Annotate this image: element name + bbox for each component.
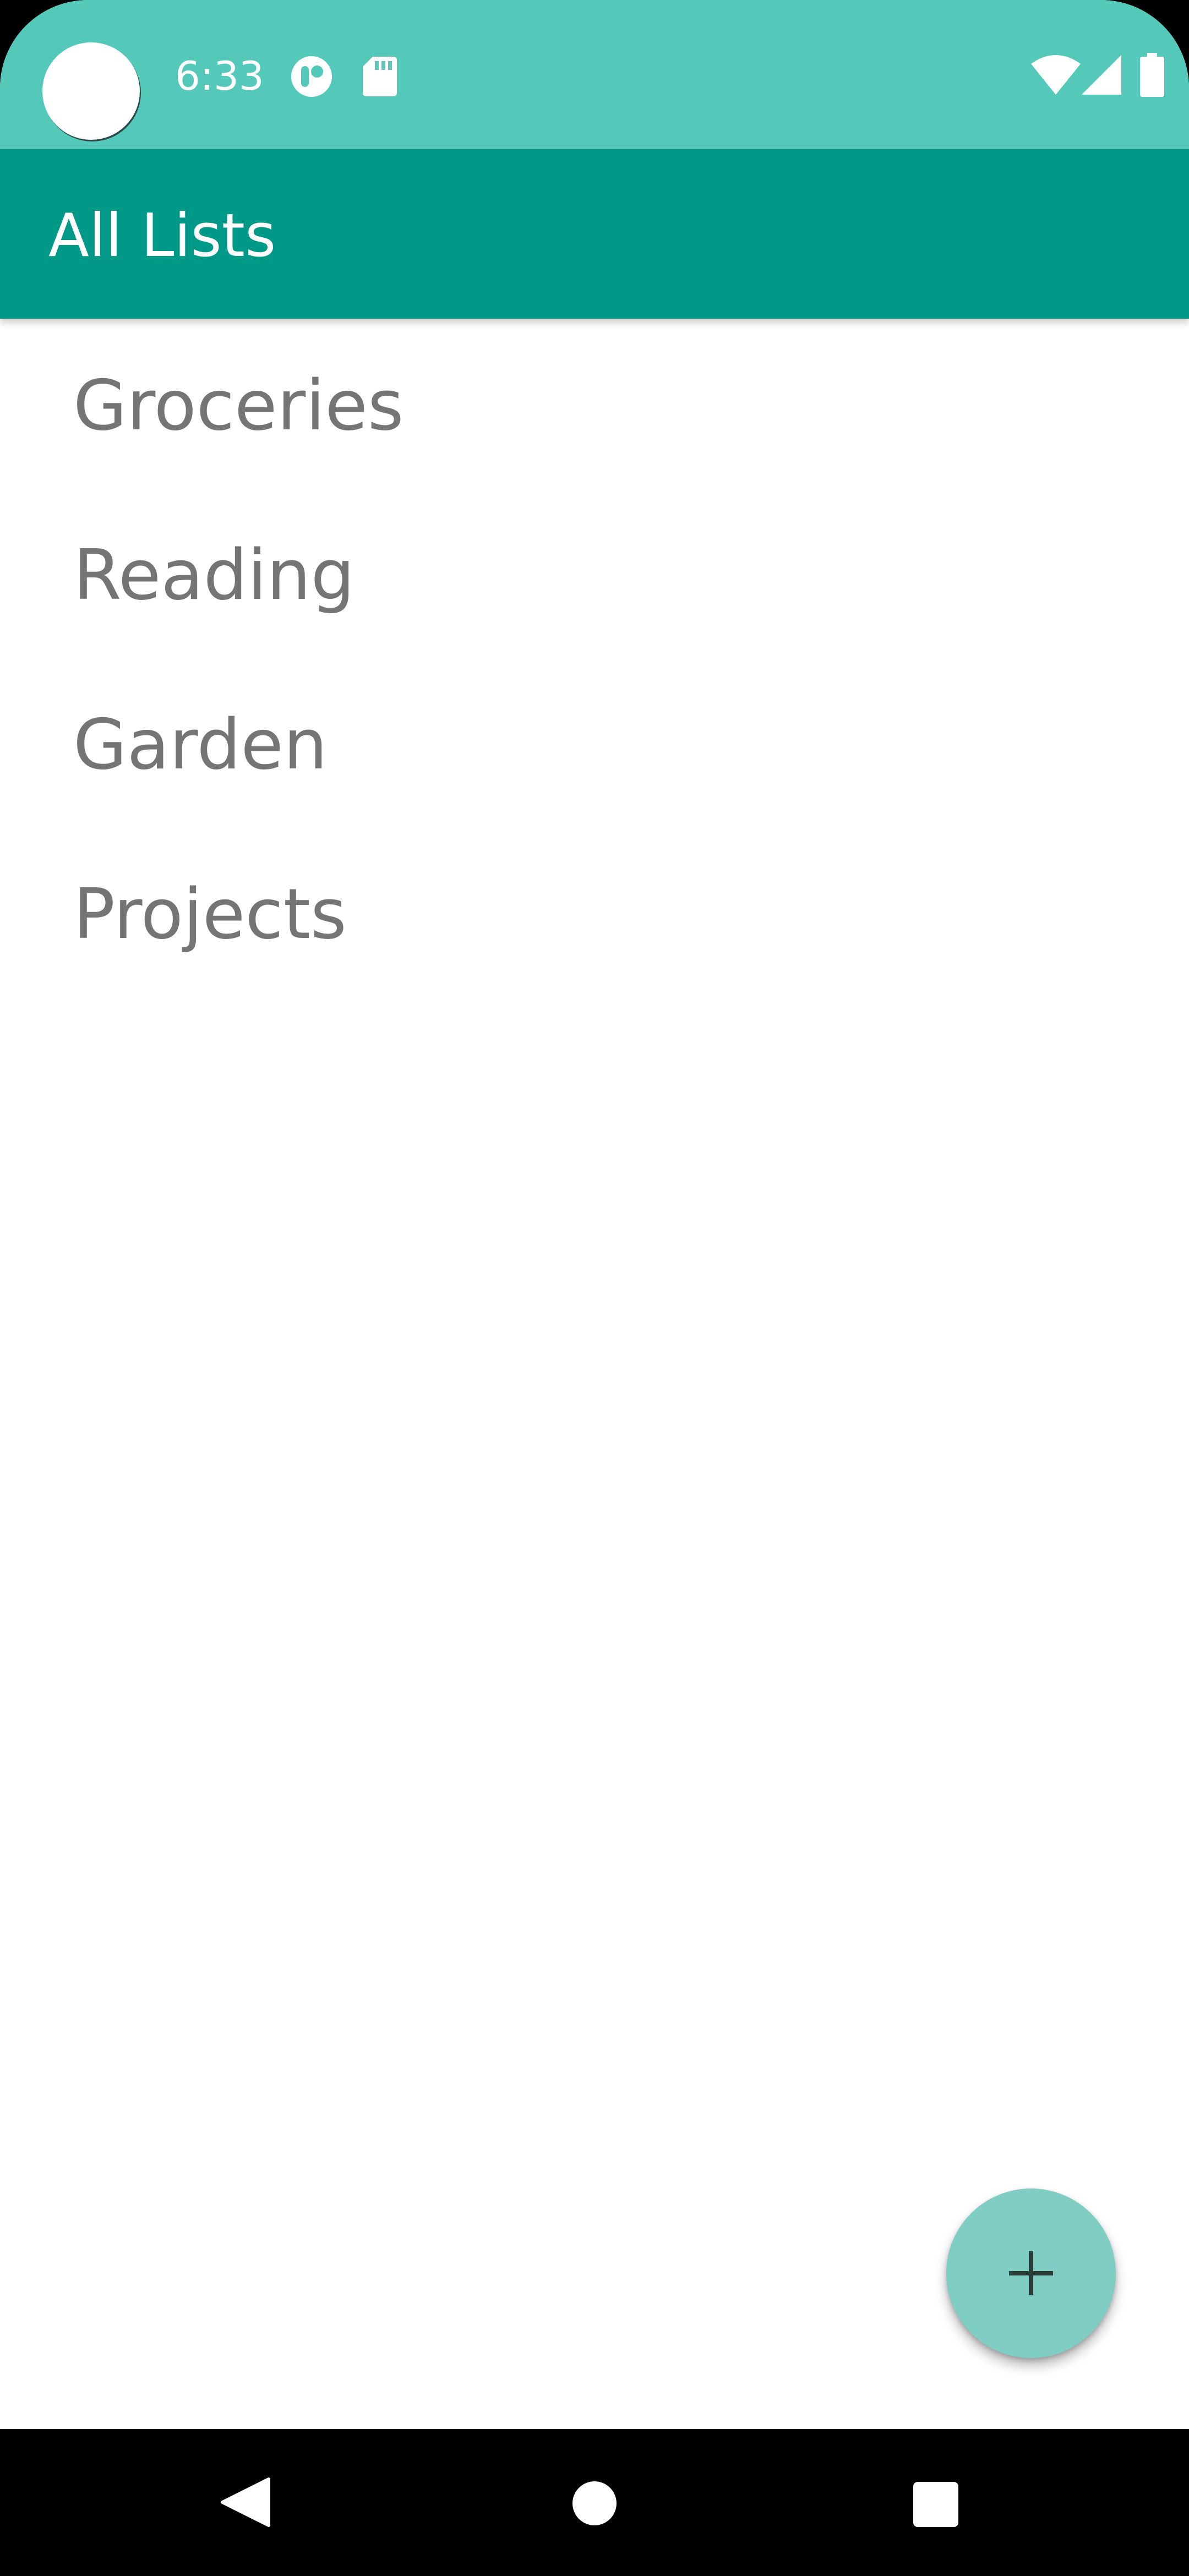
back-icon[interactable] bbox=[220, 2477, 271, 2528]
battery-icon bbox=[1140, 53, 1164, 97]
list-item[interactable]: Garden bbox=[0, 658, 1189, 827]
page-title: All Lists bbox=[48, 201, 276, 270]
add-list-button[interactable] bbox=[946, 2188, 1116, 2358]
sd-card-icon bbox=[363, 57, 397, 96]
list-item-label: Groceries bbox=[73, 365, 404, 446]
app-screen: 6:33 All Lists Groceries Reading Garden … bbox=[0, 0, 1189, 2576]
camera-cutout bbox=[42, 42, 140, 140]
list-item[interactable]: Reading bbox=[0, 488, 1189, 658]
status-time: 6:33 bbox=[175, 53, 264, 99]
home-icon[interactable] bbox=[572, 2481, 617, 2525]
app-bar: All Lists bbox=[0, 149, 1189, 319]
recents-icon[interactable] bbox=[913, 2482, 958, 2527]
status-bar: 6:33 bbox=[0, 0, 1189, 149]
list-item-label: Garden bbox=[73, 704, 328, 785]
system-navigation-bar bbox=[0, 2429, 1189, 2576]
list-item-label: Projects bbox=[73, 874, 347, 954]
list-item[interactable]: Projects bbox=[0, 827, 1189, 997]
wifi-icon bbox=[1031, 55, 1081, 95]
cellular-signal-icon bbox=[1082, 55, 1121, 95]
lists-list: Groceries Reading Garden Projects bbox=[0, 319, 1189, 997]
plus-icon bbox=[1009, 2251, 1053, 2295]
list-item-label: Reading bbox=[73, 534, 355, 615]
list-item[interactable]: Groceries bbox=[0, 319, 1189, 488]
notification-app-icon bbox=[291, 56, 332, 97]
